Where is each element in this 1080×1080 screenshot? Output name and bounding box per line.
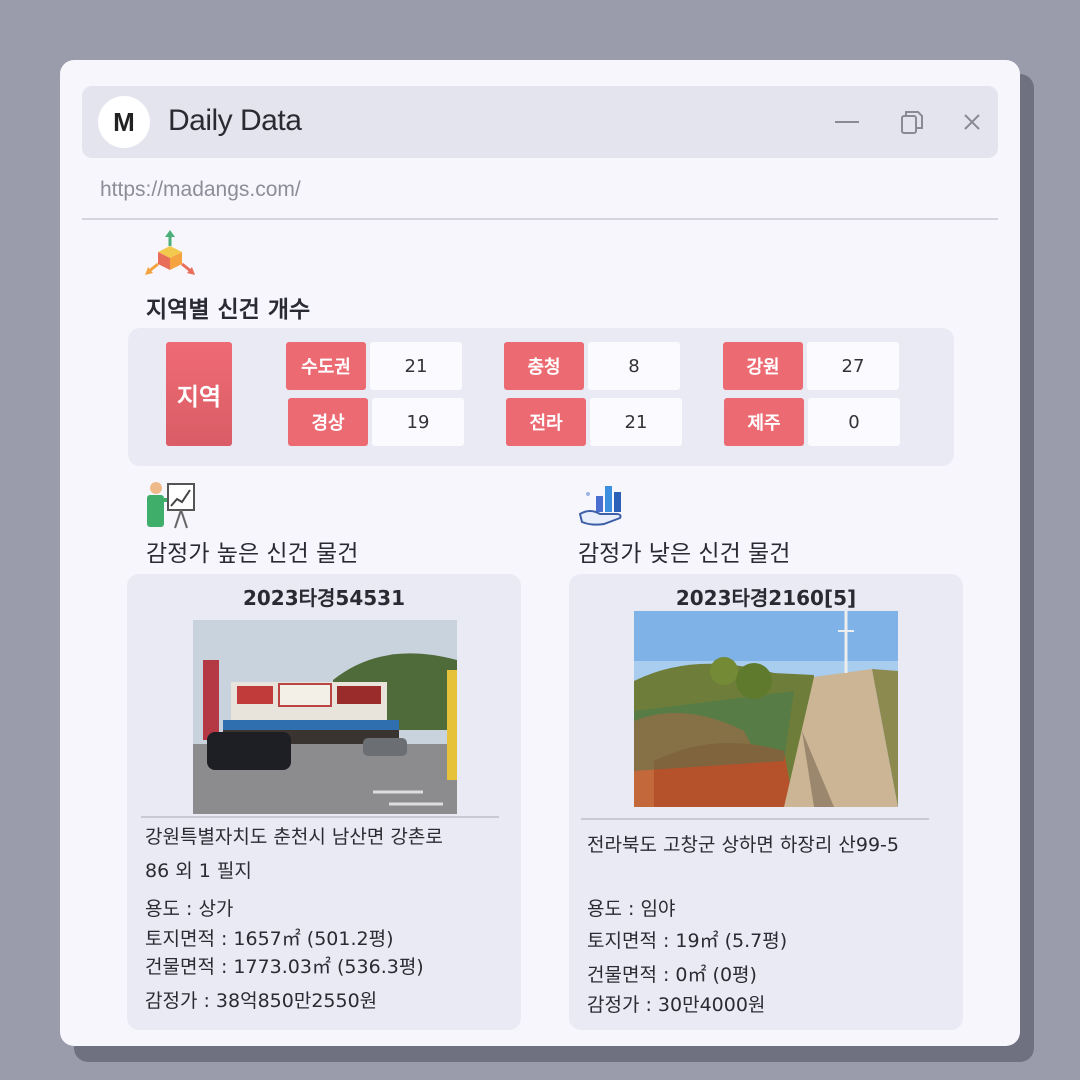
- region-count-jeju: 0: [808, 398, 900, 446]
- restore-icon: [901, 111, 923, 134]
- title-bar: M Daily Data: [82, 86, 998, 158]
- low-listing-title: 감정가 낮은 신건 물건: [578, 541, 791, 567]
- region-chip-sudogwon: 수도권: [286, 342, 366, 390]
- address-line1: 강원특별자치도 춘천시 남산면 강촌로: [145, 826, 443, 848]
- region-count-panel: 지역 수도권 21 충청 8 강원 27 경상 19 전라 21 제주 0: [128, 328, 954, 466]
- high-listing-card[interactable]: 2023타경54531 강원특별자치도 춘천시 남산면 강촌로 86 외 1 필…: [127, 574, 521, 1030]
- app-logo: M: [98, 96, 150, 148]
- app-title: Daily Data: [168, 104, 302, 137]
- usage-text: 용도 : 임야: [587, 898, 676, 920]
- region-count-jeolla: 21: [590, 398, 682, 446]
- region-section-title: 지역별 신건 개수: [146, 297, 311, 323]
- property-photo[interactable]: [634, 611, 898, 807]
- region-count-sudogwon: 21: [370, 342, 462, 390]
- region-chip-chungcheong: 충청: [504, 342, 584, 390]
- minimize-button[interactable]: [831, 106, 863, 138]
- address-line2: 86 외 1 필지: [145, 860, 252, 882]
- case-number: 2023타경2160[5]: [675, 586, 857, 610]
- region-chip-jeju: 제주: [724, 398, 804, 446]
- property-photo[interactable]: [193, 620, 457, 814]
- usage-text: 용도 : 상가: [145, 898, 234, 920]
- appraisal-text: 감정가 : 30만4000원: [587, 994, 766, 1016]
- restore-button[interactable]: [896, 106, 928, 138]
- region-main-label: 지역: [166, 342, 232, 446]
- land-area-text: 토지면적 : 1657㎡ (501.2평): [145, 928, 394, 950]
- region-chip-jeolla: 전라: [506, 398, 586, 446]
- close-button[interactable]: [956, 106, 988, 138]
- building-area-text: 건물면적 : 0㎡ (0평): [587, 964, 757, 986]
- presentation-chart-icon: [144, 480, 196, 532]
- minimize-icon: [835, 121, 859, 123]
- app-window: M Daily Data https://madangs.com/ 지역별 신건…: [60, 60, 1020, 1046]
- address-line1: 전라북도 고창군 상하면 하장리 산99-5: [587, 834, 900, 856]
- photo-divider: [141, 816, 499, 818]
- cube-arrows-icon: [144, 230, 196, 282]
- building-area-text: 건물면적 : 1773.03㎡ (536.3평): [145, 956, 424, 978]
- url-text[interactable]: https://madangs.com/: [100, 178, 301, 202]
- region-count-chungcheong: 8: [588, 342, 680, 390]
- region-chip-gyeongsang: 경상: [288, 398, 368, 446]
- region-count-gyeongsang: 19: [372, 398, 464, 446]
- high-listing-title: 감정가 높은 신건 물건: [146, 541, 359, 567]
- land-area-text: 토지면적 : 19㎡ (5.7평): [587, 930, 788, 952]
- low-listing-card[interactable]: 2023타경2160[5] 전라북도 고창군 상하면 하장리 산99-5 용도 …: [569, 574, 963, 1030]
- photo-divider: [581, 818, 929, 820]
- case-number: 2023타경54531: [242, 586, 406, 610]
- hand-chart-icon: [576, 480, 628, 532]
- region-chip-gangwon: 강원: [723, 342, 803, 390]
- region-count-gangwon: 27: [807, 342, 899, 390]
- appraisal-text: 감정가 : 38억850만2550원: [145, 990, 378, 1012]
- close-icon: [964, 114, 980, 130]
- header-divider: [82, 218, 998, 220]
